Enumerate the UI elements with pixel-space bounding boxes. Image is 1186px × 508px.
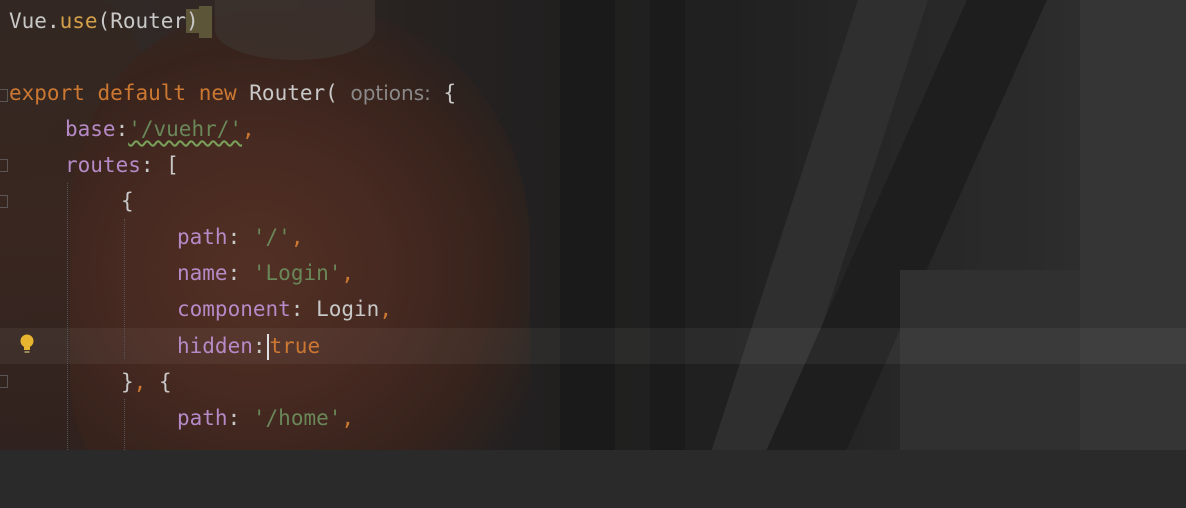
token-comma: , [133, 370, 147, 394]
indent-guide [67, 183, 68, 450]
token-comma: , [341, 261, 355, 285]
token-paren-matched: ) [186, 9, 199, 33]
code-editor[interactable]: Vue.use(Router) export default new Route… [0, 0, 1186, 450]
token-colon: : [227, 225, 241, 249]
token-class: Router [249, 81, 326, 105]
token-property: component [177, 297, 291, 321]
token-brace: { [121, 189, 134, 213]
code-line[interactable]: routes: [ [0, 147, 179, 183]
token-brace: { [443, 81, 457, 105]
token-dot: . [46, 9, 60, 33]
token-colon: : [252, 334, 266, 358]
token-comma: , [290, 225, 304, 249]
code-line[interactable]: export default new Router( options: { [0, 75, 456, 111]
token-colon: : [227, 406, 241, 430]
token-string: '/home' [252, 406, 342, 430]
token-comma: , [379, 297, 392, 321]
token-property: path [177, 225, 228, 249]
token-string: 'Login' [252, 261, 342, 285]
text-caret [266, 334, 269, 360]
token-colon: : [140, 153, 154, 177]
token-colon: : [290, 297, 304, 321]
token-string: '/' [252, 225, 291, 249]
token-identifier: Vue [9, 9, 47, 33]
token-keyword: export [9, 81, 85, 105]
token-property: name [177, 261, 228, 285]
code-line[interactable]: component: Login, [0, 291, 392, 327]
code-line[interactable]: }, { [0, 364, 172, 400]
code-line[interactable]: path: '/home', [0, 400, 354, 436]
indent-guide [124, 399, 125, 450]
token-keyword: new [198, 81, 237, 105]
code-line[interactable]: Vue.use(Router) [0, 3, 212, 39]
bracket-match-highlight [198, 6, 212, 38]
indent-guide [124, 219, 125, 359]
token-identifier: Login [316, 297, 380, 321]
token-colon: : [115, 117, 129, 141]
token-keyword: default [97, 81, 187, 105]
code-line-current[interactable]: hidden: true [0, 328, 320, 364]
token-property: base [65, 117, 116, 141]
code-line[interactable]: { [0, 183, 134, 219]
code-line[interactable]: base:'/vuehr/', [0, 111, 255, 147]
token-colon: : [227, 261, 241, 285]
token-paren: ( [325, 81, 338, 105]
token-property: routes [65, 153, 141, 177]
token-comma: , [341, 406, 355, 430]
token-comma: , [242, 117, 255, 141]
token-bracket: [ [166, 153, 179, 177]
token-brace: { [158, 370, 172, 394]
token-argument: Router [110, 9, 187, 33]
token-paren: ( [97, 9, 111, 33]
token-keyword: true [269, 334, 321, 358]
code-line[interactable]: path: '/', [0, 219, 303, 255]
token-string: '/vuehr/' [128, 117, 243, 141]
token-property: path [177, 406, 228, 430]
code-line[interactable]: name: 'Login', [0, 255, 354, 291]
token-function: use [59, 9, 98, 33]
token-brace: } [121, 370, 134, 394]
token-property: hidden [177, 334, 253, 358]
parameter-hint: options: [350, 81, 431, 105]
